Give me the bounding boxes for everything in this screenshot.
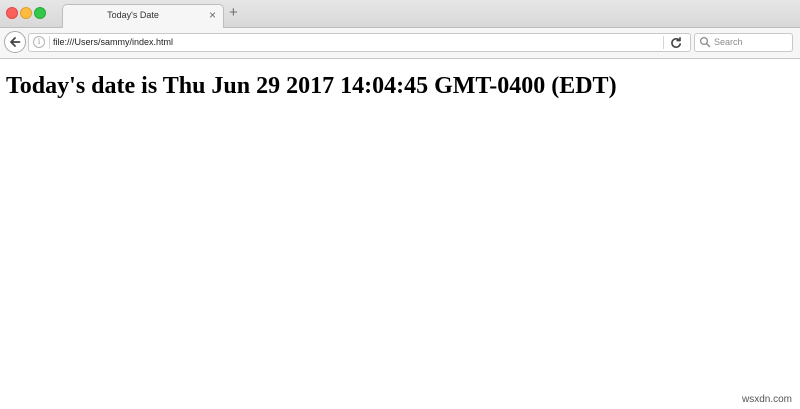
tab-title: Today's Date: [107, 10, 159, 20]
url-bar[interactable]: i file:///Users/sammy/index.html: [28, 33, 691, 52]
search-placeholder: Search: [714, 37, 743, 47]
browser-window: Today's Date × + i file:///Users/sammy/i…: [0, 0, 800, 409]
back-button[interactable]: [4, 31, 26, 53]
reload-divider: [663, 36, 664, 49]
tab-todays-date[interactable]: Today's Date ×: [62, 4, 224, 29]
window-close-button[interactable]: [6, 7, 18, 19]
tab-strip: Today's Date × +: [0, 0, 800, 29]
window-minimize-button[interactable]: [20, 7, 32, 19]
url-divider: [49, 36, 50, 49]
back-arrow-icon: [10, 37, 21, 47]
url-text[interactable]: file:///Users/sammy/index.html: [53, 37, 173, 47]
page-content: Today's date is Thu Jun 29 2017 14:04:45…: [0, 59, 800, 409]
search-box[interactable]: Search: [694, 33, 793, 52]
search-icon: [699, 36, 711, 48]
new-tab-icon[interactable]: +: [229, 5, 238, 21]
window-maximize-button[interactable]: [34, 7, 46, 19]
info-icon[interactable]: i: [33, 36, 45, 48]
page-heading: Today's date is Thu Jun 29 2017 14:04:45…: [6, 73, 617, 99]
navigation-bar: i file:///Users/sammy/index.html Search: [0, 28, 800, 59]
tab-close-icon[interactable]: ×: [209, 8, 216, 22]
watermark: wsxdn.com: [741, 394, 792, 405]
reload-icon[interactable]: [669, 36, 683, 50]
